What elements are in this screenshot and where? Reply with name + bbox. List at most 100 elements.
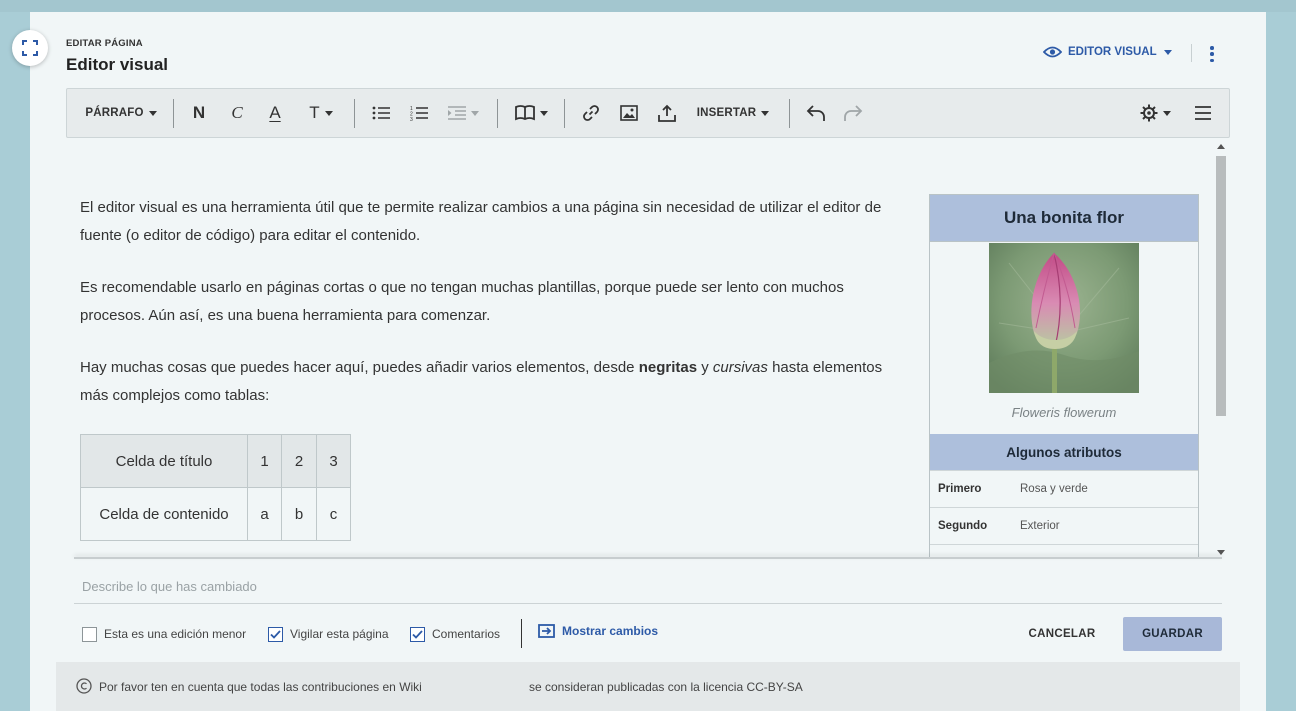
- paragraph-2: Es recomendable usarlo en páginas cortas…: [80, 279, 844, 324]
- paragraph-format-dropdown[interactable]: PÁRRAFO: [83, 89, 159, 137]
- flower-image[interactable]: [989, 243, 1139, 393]
- bold-button[interactable]: N: [187, 89, 211, 137]
- link-icon: [583, 105, 599, 121]
- table-cell[interactable]: a: [247, 487, 282, 541]
- insert-dropdown[interactable]: INSERTAR: [693, 89, 773, 137]
- copyright-icon: [76, 678, 92, 694]
- indent-icon: [447, 106, 466, 120]
- infobox-row: [930, 544, 1198, 558]
- page-eyebrow: EDITAR PÁGINA: [66, 38, 143, 49]
- options-divider: [521, 619, 522, 648]
- image-button[interactable]: [617, 89, 641, 137]
- italic-button[interactable]: C: [225, 89, 249, 137]
- scroll-down-arrow-icon[interactable]: [1217, 550, 1225, 555]
- minor-edit-checkbox[interactable]: Esta es una edición menor: [82, 624, 246, 644]
- save-button[interactable]: GUARDAR: [1123, 617, 1222, 651]
- example-table[interactable]: Celda de título 1 2 3 Celda de contenido…: [80, 434, 351, 541]
- text-style-dropdown[interactable]: T: [303, 89, 339, 137]
- infobox-value: Rosa y verde: [1020, 483, 1088, 495]
- checkmark-icon: [412, 629, 423, 639]
- cite-dropdown[interactable]: [511, 89, 551, 137]
- show-changes-button[interactable]: Mostrar cambios: [538, 624, 658, 638]
- undo-icon: [806, 105, 825, 121]
- toolbar-divider: [173, 99, 174, 128]
- bold-example: negritas: [638, 359, 698, 376]
- paragraph-format-label: PÁRRAFO: [85, 107, 144, 119]
- fullscreen-button[interactable]: [12, 30, 48, 66]
- paragraph-3-text: Hay muchas cosas que puedes hacer aquí, …: [80, 359, 639, 376]
- edit-summary-input[interactable]: [74, 570, 1222, 604]
- chevron-down-icon: [470, 110, 479, 116]
- infobox-row: Primero Rosa y verde: [930, 470, 1198, 507]
- gear-icon: [1140, 104, 1157, 122]
- diff-icon: [538, 624, 555, 638]
- paragraph-3-text: y: [697, 359, 713, 376]
- show-changes-label: Mostrar cambios: [562, 624, 659, 638]
- table-row: Celda de título 1 2 3: [80, 434, 351, 488]
- checkmark-icon: [270, 629, 281, 639]
- content-scrollbar[interactable]: [1214, 141, 1228, 558]
- table-header-cell[interactable]: 3: [316, 434, 351, 488]
- table-cell[interactable]: c: [316, 487, 351, 541]
- table-header-cell[interactable]: 1: [247, 434, 282, 488]
- comments-checkbox[interactable]: Comentarios: [410, 624, 500, 644]
- underline-icon: A: [269, 103, 281, 122]
- chevron-down-icon: [148, 110, 157, 116]
- license-footer: Por favor ten en cuenta que todas las co…: [56, 662, 1240, 711]
- text-style-icon: T: [309, 103, 320, 122]
- watch-page-label: Vigilar esta página: [290, 627, 389, 641]
- bullet-list-button[interactable]: [369, 89, 393, 137]
- top-band: [0, 0, 1296, 12]
- chevron-down-icon: [1162, 110, 1171, 116]
- infobox-key: Segundo: [938, 520, 988, 532]
- table-row: Celda de contenido a b c: [80, 487, 351, 541]
- page-title: Editor visual: [66, 55, 169, 74]
- minor-edit-label: Esta es una edición menor: [104, 627, 247, 641]
- toolbar-divider: [497, 99, 498, 128]
- italic-example: cursivas: [712, 359, 768, 376]
- chevron-down-icon: [1163, 49, 1172, 55]
- svg-text:3: 3: [410, 117, 413, 121]
- page-options-dropdown[interactable]: [1137, 89, 1173, 137]
- content-divider: [74, 557, 1222, 559]
- scrollbar-thumb[interactable]: [1216, 156, 1226, 416]
- infobox-key: Primero: [938, 483, 982, 495]
- more-options-button[interactable]: [1204, 44, 1220, 64]
- link-button[interactable]: [579, 89, 603, 137]
- infobox-subheading: Algunos atributos: [930, 434, 1198, 470]
- editor-mode-dropdown[interactable]: EDITOR VISUAL: [1043, 45, 1172, 59]
- table-header-cell[interactable]: 2: [281, 434, 317, 488]
- book-icon: [514, 105, 535, 121]
- toolbar-divider: [789, 99, 790, 128]
- upload-button[interactable]: [655, 89, 679, 137]
- underline-button[interactable]: A: [263, 89, 287, 137]
- hamburger-menu-icon: [1195, 106, 1211, 120]
- infobox-value: Exterior: [1020, 520, 1060, 532]
- numbered-list-icon: 1 2 3: [410, 106, 428, 121]
- upload-icon: [658, 104, 676, 122]
- menu-button[interactable]: [1191, 89, 1215, 137]
- infobox-title: Una bonita flor: [930, 195, 1198, 242]
- table-cell[interactable]: b: [281, 487, 317, 541]
- numbered-list-button[interactable]: 1 2 3: [407, 89, 431, 137]
- infobox[interactable]: Una bonita flor Floweris flowerum Alguno…: [929, 194, 1199, 558]
- checkbox-box[interactable]: [268, 626, 283, 642]
- editable-content[interactable]: El editor visual es una herramienta útil…: [66, 140, 1228, 558]
- redo-button[interactable]: [841, 89, 865, 137]
- infobox-row: Segundo Exterior: [930, 507, 1198, 544]
- undo-button[interactable]: [804, 89, 828, 137]
- insert-label: INSERTAR: [696, 107, 757, 119]
- scroll-up-arrow-icon[interactable]: [1217, 144, 1225, 149]
- license-text: se consideran publicadas con la licencia…: [529, 680, 803, 694]
- cancel-button[interactable]: CANCELAR: [1018, 617, 1106, 651]
- editor-toolbar: PÁRRAFO N C A T 1 2 3 INSERTAR: [66, 88, 1230, 138]
- watch-page-checkbox[interactable]: Vigilar esta página: [268, 624, 389, 644]
- infobox-caption: Floweris flowerum: [1011, 405, 1117, 420]
- table-header-cell[interactable]: Celda de título: [80, 434, 248, 488]
- indent-dropdown[interactable]: [445, 89, 481, 137]
- bold-icon: N: [192, 103, 206, 122]
- checkbox-box[interactable]: [410, 626, 425, 642]
- chevron-down-icon: [761, 110, 770, 116]
- table-cell[interactable]: Celda de contenido: [80, 487, 248, 541]
- checkbox-box[interactable]: [82, 626, 97, 642]
